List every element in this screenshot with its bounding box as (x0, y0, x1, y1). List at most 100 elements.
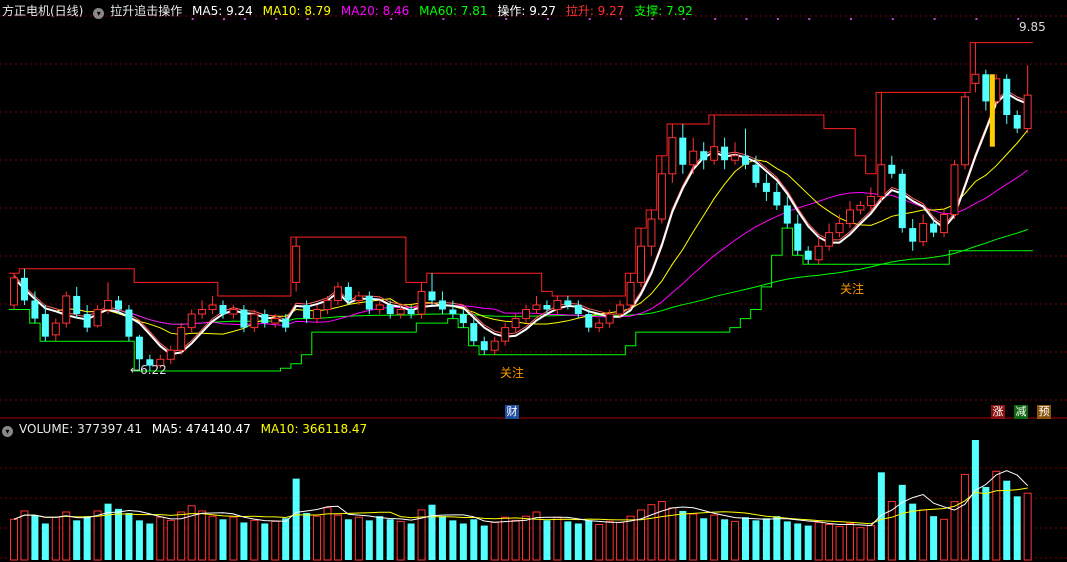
marker-dot (808, 18, 811, 20)
marker-dot (745, 18, 748, 20)
volume-bar (794, 523, 802, 560)
volume-bar (898, 484, 906, 560)
volume-bar (783, 521, 791, 560)
high-price-label: 9.85 (1019, 20, 1046, 34)
candle-body (773, 191, 781, 206)
candle-body (585, 314, 593, 328)
volume-ma5-value: MA5: 474140.47 (151, 422, 251, 436)
volume-bar (1023, 492, 1032, 561)
volume-bar (511, 519, 520, 561)
candle-body (250, 313, 259, 329)
candle-body (229, 309, 238, 315)
candle-body (616, 304, 625, 315)
volume-bar (428, 504, 436, 560)
volume-bar (700, 518, 708, 560)
volume-bar (156, 516, 165, 561)
volume-bar (115, 508, 122, 560)
candle-body (428, 291, 436, 301)
candle-body (888, 164, 896, 174)
volume-bar (940, 518, 949, 561)
volume-bar (585, 520, 593, 560)
volume-bar (166, 519, 175, 561)
focus-label-1: 关注 (500, 366, 525, 380)
candle-body (219, 305, 227, 315)
volume-bar (710, 514, 719, 561)
finance-badge[interactable]: 财 (505, 405, 519, 419)
volume-bar (679, 510, 687, 560)
volume-bar (490, 521, 499, 561)
volume-bar (93, 510, 102, 561)
kline-chart[interactable] (0, 0, 1067, 562)
volume-bar (282, 518, 290, 560)
forecast-badge[interactable]: 预 (1037, 405, 1051, 419)
gear-icon[interactable]: ▾ (93, 8, 105, 19)
candle-body (710, 146, 719, 161)
marker-dot (714, 18, 717, 20)
indicator-lines (8, 42, 1033, 372)
volume-bar (804, 525, 812, 560)
candle-body (198, 309, 207, 315)
volume-bar (135, 520, 143, 560)
candle-body (187, 313, 196, 329)
stock-title[interactable]: 方正电机(日线) (2, 4, 83, 18)
candle-body (292, 245, 301, 283)
indicator-name[interactable]: 拉升追击操作 (110, 4, 182, 18)
candle-body (762, 182, 770, 192)
gear-icon[interactable]: ▾ (2, 426, 13, 437)
candle-body (271, 318, 280, 324)
volume-bar (543, 520, 551, 560)
volume-bar (501, 516, 510, 561)
candle-body (323, 299, 332, 311)
volume-bar (1003, 480, 1011, 560)
candle-body (532, 304, 541, 311)
marker-dot (850, 18, 852, 20)
volume-bar (762, 518, 770, 560)
candle-body (135, 336, 143, 360)
volume-bar (877, 472, 885, 560)
volume-bar (856, 527, 865, 561)
volume-bar (438, 516, 446, 560)
candle-body (960, 96, 969, 166)
volume-bar (208, 515, 217, 561)
candle-body (208, 304, 217, 311)
candle-body (574, 305, 582, 315)
volume-ma10-value: MA10: 366118.47 (260, 422, 368, 436)
candle-body (909, 228, 917, 242)
candle-body (825, 232, 834, 247)
candle-body (501, 327, 510, 342)
volume-bar (752, 520, 760, 560)
volume-bar (731, 520, 740, 561)
volume-bar (333, 514, 342, 561)
volume-header: ▾ VOLUME: 377397.41 MA5: 474140.47 MA10: … (2, 422, 373, 437)
volume-bar (62, 511, 71, 561)
candle-body (282, 318, 290, 328)
volume-bar (480, 525, 488, 560)
volume-bar (376, 516, 384, 560)
volume-bar (721, 519, 729, 560)
candle-body (459, 314, 467, 324)
candle-body (866, 195, 875, 206)
volume-bar (773, 516, 781, 560)
candle-body (689, 150, 698, 166)
candle-body (166, 349, 175, 360)
volume-bar (1013, 496, 1021, 560)
candle-body (752, 164, 760, 183)
candle-body (344, 286, 352, 301)
op-value: 操作: 9.27 (497, 4, 556, 18)
volume-bar (20, 510, 29, 561)
ma10-value: MA10: 8.79 (262, 4, 332, 18)
volume-bar (553, 516, 562, 561)
main-header: 方正电机(日线) ▾ 拉升追击操作 MA5: 9.24 MA10: 8.79 MA… (2, 4, 699, 19)
rise-badge[interactable]: 涨 (991, 405, 1005, 419)
candle-body (721, 146, 729, 161)
volume-bar (407, 523, 415, 560)
volume-bar (742, 517, 749, 560)
volume-bar (992, 470, 1001, 561)
candle-body (449, 309, 457, 315)
candle-body (971, 73, 980, 84)
candle-body (804, 250, 812, 260)
drop-badge[interactable]: 减 (1014, 405, 1028, 419)
candle-body (417, 290, 426, 315)
candle-body (41, 314, 49, 337)
candle-body (313, 309, 322, 320)
